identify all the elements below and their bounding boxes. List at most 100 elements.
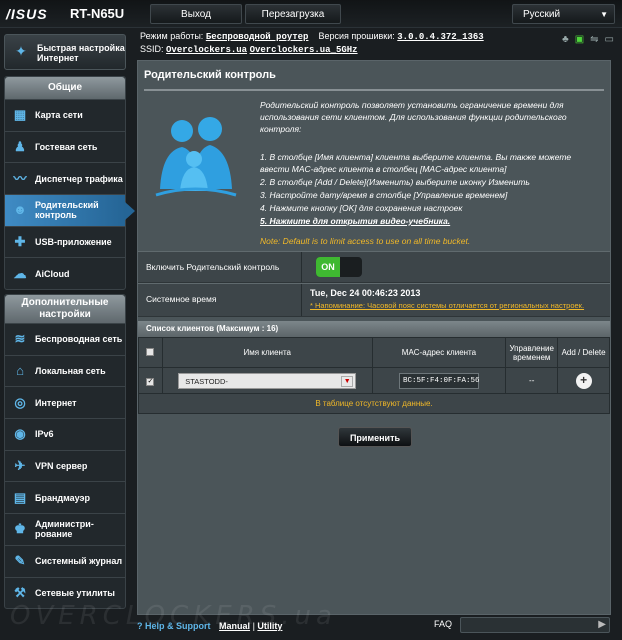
add-cell: + [557,367,610,394]
search-icon[interactable]: ▶ [598,619,606,630]
chevron-down-icon: ▼ [600,10,608,19]
sidebar: ✦ Быстрая настройка Интернет Общие ▦ Карт… [0,28,135,640]
sidebar-item-label: Интернет [35,397,77,408]
sidebar-item-label: Локальная сеть [35,366,106,377]
quick-setup-label: Быстрая настройка Интернет [37,43,125,63]
tools-icon: ⚒ [14,584,26,600]
sidebar-item-label: Брандмауэр [35,492,91,503]
asus-logo: /ISUS [6,6,48,22]
sidebar-item-system-log[interactable]: ✎ Системный журнал [5,544,125,577]
wand-icon: ✦ [15,43,27,59]
sidebar-item-aicloud[interactable]: ☁ AiCloud [5,257,125,289]
default-note: Note: Default is to limit access to use … [260,236,471,246]
faq-search-input[interactable]: ▶ [460,617,610,633]
sidebar-item-traffic-manager[interactable]: 〰 Диспетчер трафика [5,162,125,194]
sidebar-item-network-map[interactable]: ▦ Карта сети [5,99,125,131]
ssid-label: SSID: [140,44,164,54]
enable-label: Включить Родительский контроль [146,262,280,272]
select-all-checkbox[interactable] [146,347,155,356]
family-icon [155,117,237,197]
help-icon: ? [137,621,143,631]
sidebar-item-label: IPv6 [35,429,54,440]
parental-control-toggle[interactable]: ON [316,257,362,277]
sidebar-item-lan[interactable]: ⌂ Локальная сеть [5,354,125,387]
sidebar-item-parental-control[interactable]: ☻ Родительский контроль [5,194,135,226]
utility-link[interactable]: Utility [257,621,282,631]
title-divider [144,89,604,91]
ssid-24-link[interactable]: Overclockers.ua [166,45,247,55]
settings-form: Включить Родительский контроль ON Систем… [138,251,610,317]
sidebar-item-label: Карта сети [35,110,83,121]
timezone-reminder-link[interactable]: * Напоминание: Часовой пояс системы отли… [310,301,584,310]
firewall-icon: ▤ [13,489,27,505]
sidebar-item-label: Беспроводная сеть [35,334,123,345]
wireless-icon: ≋ [14,331,26,347]
language-select[interactable]: Русский ▼ [512,4,615,24]
sidebar-item-label: Администри-рование [35,519,94,540]
system-time-row: Системное время Tue, Dec 24 00:46:23 201… [138,283,610,317]
col-time-control: Управление временем [505,337,559,368]
video-tutorial-link[interactable]: 5. Нажмите для открытия видео-учебника. [260,215,600,227]
wan-status-icon[interactable]: ▣ [575,34,584,45]
step-3: 3. Настройте дату/время в столбце [Управ… [260,190,508,200]
status-info: Режим работы: Беспроводной роутер Версия… [140,28,622,58]
sidebar-item-label: Системный журнал [35,556,123,567]
top-bar: /ISUS RT-N65U Выход Перезагрузка Русский… [0,0,622,28]
general-menu: Общие ▦ Карта сети ♟ Гостевая сеть 〰 Диспет… [4,76,135,291]
logout-button[interactable]: Выход [150,4,242,24]
sidebar-item-usb-app[interactable]: ✚ USB-приложение [5,225,125,258]
description: Родительский контроль позволяет установи… [260,100,567,134]
guest-status-icon[interactable]: ♣ [562,34,569,45]
printer-status-icon[interactable]: ▭ [605,34,614,45]
sidebar-item-wireless[interactable]: ≋ Беспроводная сеть [5,323,125,355]
sidebar-item-guest-network[interactable]: ♟ Гостевая сеть [5,130,125,163]
system-time-value: Tue, Dec 24 00:46:23 2013 [310,288,421,298]
sidebar-item-label: USB-приложение [35,237,112,248]
table-row: ✓ STASTODD- ▼ BC:5F:F4:0F:FA:56 -- + [138,367,610,394]
chevron-down-icon[interactable]: ▼ [341,375,354,387]
row-checkbox-cell: ✓ [138,367,163,394]
traffic-manager-icon: 〰 [13,170,27,186]
time-cell: -- [505,367,559,394]
advanced-header: Дополнительные настройки [5,295,125,323]
sidebar-item-ipv6[interactable]: ◉ IPv6 [5,418,125,450]
step-4: 4. Нажмите кнопку [OK] для сохранения на… [260,203,463,213]
mode-link[interactable]: Беспроводной роутер [206,32,309,42]
general-header: Общие [5,77,125,99]
ssid-5-link[interactable]: Overclockers.ua_5GHz [250,45,358,55]
usb-icon: ✚ [14,234,26,250]
sidebar-item-internet[interactable]: ◎ Интернет [5,386,125,418]
firmware-label: Версия прошивки: [318,31,395,41]
mac-cell: BC:5F:F4:0F:FA:56 [371,367,507,394]
client-list-title: Список клиентов (Максимум : 16) [138,321,610,337]
client-list: Список клиентов (Максимум : 16) Имя клие… [138,321,610,414]
mac-input[interactable]: BC:5F:F4:0F:FA:56 [398,372,479,389]
table-header-row: Имя клиента MAC-адрес клиента Управление… [138,337,610,368]
network-map-icon: ▦ [13,107,27,123]
quick-setup-button[interactable]: ✦ Быстрая настройка Интернет [4,34,126,70]
add-icon[interactable]: + [575,372,592,389]
status-icons: ♣ ▣ ⇋ ▭ [562,34,614,45]
sidebar-item-label: Родительский контроль [35,200,99,221]
advanced-menu: Дополнительные настройки ≋ Беспроводная с… [4,294,126,610]
sidebar-item-label: Сетевые утилиты [35,587,115,598]
manual-link[interactable]: Manual [219,621,250,631]
sidebar-item-vpn[interactable]: ✈ VPN сервер [5,449,125,482]
client-name-cell: STASTODD- ▼ [161,367,373,394]
usb-status-icon[interactable]: ⇋ [590,34,598,45]
firmware-link[interactable]: 3.0.0.4.372_1363 [397,32,483,42]
help-area: ? Help & Support Manual | Utility [137,621,282,631]
footer: OVERCLOCKERS.ua ? Help & Support Manual … [0,601,622,640]
empty-table-message: В таблице отсутствуют данные. [138,394,610,414]
toggle-on-label: ON [316,257,340,277]
apply-button[interactable]: Применить [338,427,412,447]
reboot-button[interactable]: Перезагрузка [245,4,341,24]
client-table: Имя клиента MAC-адрес клиента Управление… [138,337,610,394]
sidebar-item-administration[interactable]: ♚ Администри-рование [5,513,125,545]
client-name-select[interactable]: STASTODD- ▼ [178,372,357,389]
cloud-icon: ☁ [13,265,27,281]
sidebar-item-firewall[interactable]: ▤ Брандмауэр [5,481,125,513]
row-checkbox[interactable]: ✓ [146,377,155,386]
sidebar-item-label: Гостевая сеть [35,142,98,153]
mode-label: Режим работы: [140,31,204,41]
